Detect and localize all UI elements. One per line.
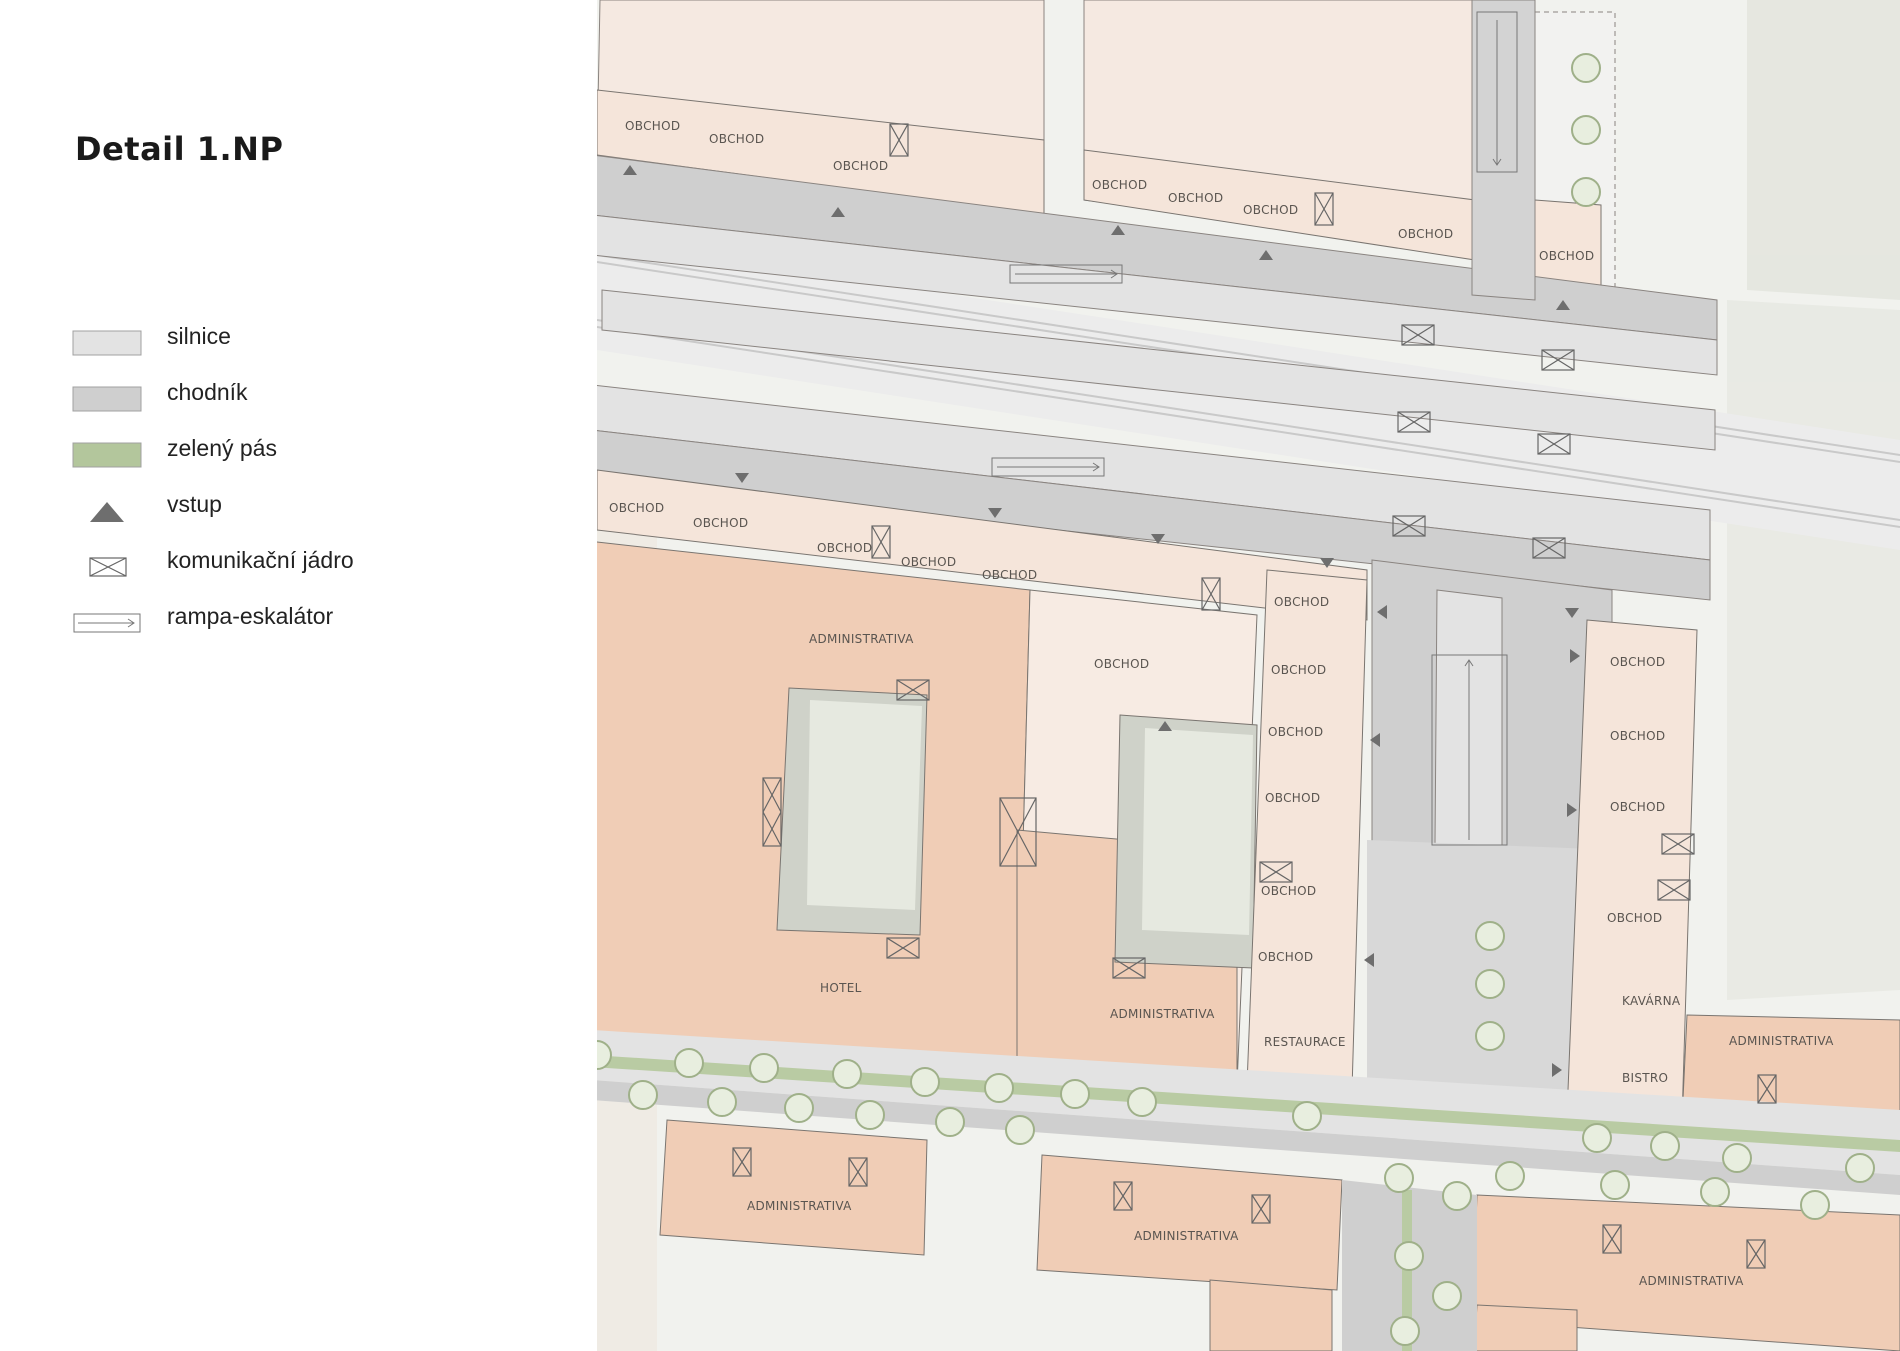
tree-icon [707,1087,737,1117]
tree-icon [1394,1241,1424,1271]
legend-label: silnice [167,323,231,349]
label-obchod: OBCHOD [1258,950,1313,964]
hotel-office-block [597,541,1258,1086]
legend-item-green-strip: zelený pás [72,430,492,470]
label-obchod: OBCHOD [709,132,764,146]
label-obchod: OBCHOD [1265,791,1320,805]
tree-icon [1390,1316,1420,1346]
tree-icon [984,1073,1014,1103]
tree-icon [1571,177,1601,207]
label-bistro: BISTRO [1622,1071,1668,1085]
legend-item-core: komunikační jádro [72,542,492,582]
green-strip-swatch [72,442,142,468]
road-swatch [72,330,142,356]
label-administrativa: ADMINISTRATIVA [747,1199,852,1213]
tree-icon [1292,1101,1322,1131]
page-title: Detail 1.NP [75,130,284,168]
ramp-arrow-icon [73,613,141,633]
label-hotel: HOTEL [820,981,862,995]
tree-icon [1495,1161,1525,1191]
label-restaurace: RESTAURACE [1264,1035,1346,1049]
legend-label: chodník [167,379,248,405]
label-obchod: OBCHOD [1398,227,1453,241]
tree-icon [674,1048,704,1078]
label-obchod: OBCHOD [625,119,680,133]
tree-icon [1571,53,1601,83]
label-obchod: OBCHOD [1607,911,1662,925]
legend-label: zelený pás [167,435,277,461]
legend-item-ramp: rampa-eskalátor [72,598,492,638]
tree-icon [1475,1021,1505,1051]
tree-icon [1722,1143,1752,1173]
tree-icon [1700,1177,1730,1207]
label-obchod: OBCHOD [1610,655,1665,669]
legend-label: komunikační jádro [167,547,354,573]
tree-icon [1571,115,1601,145]
tree-icon [1384,1163,1414,1193]
tree-icon [1432,1281,1462,1311]
label-obchod: OBCHOD [1094,657,1149,671]
label-obchod: OBCHOD [1268,725,1323,739]
tree-icon [1650,1131,1680,1161]
sidewalk-swatch [72,386,142,412]
label-administrativa: ADMINISTRATIVA [1134,1229,1239,1243]
legend-item-sidewalk: chodník [72,374,492,414]
tree-icon [784,1093,814,1123]
tree-icon [832,1059,862,1089]
label-obchod: OBCHOD [817,541,872,555]
label-obchod: OBCHOD [982,568,1037,582]
tree-icon [935,1107,965,1137]
legend-item-road: silnice [72,318,492,358]
label-obchod: OBCHOD [1610,800,1665,814]
legend-label: rampa-eskalátor [167,603,334,629]
tree-icon [1127,1087,1157,1117]
tree-icon [1800,1190,1830,1220]
label-obchod: OBCHOD [901,555,956,569]
label-administrativa: ADMINISTRATIVA [1729,1034,1834,1048]
label-kavarna: KAVÁRNA [1622,993,1681,1008]
tree-icon [1845,1153,1875,1183]
tree-icon [855,1100,885,1130]
label-obchod: OBCHOD [1610,729,1665,743]
tree-icon [910,1067,940,1097]
legend-label: vstup [167,491,222,517]
label-obchod: OBCHOD [1539,249,1594,263]
legend-item-entrance: vstup [72,486,492,526]
label-obchod: OBCHOD [693,516,748,530]
label-obchod: OBCHOD [1168,191,1223,205]
label-administrativa: ADMINISTRATIVA [1110,1007,1215,1021]
entrance-triangle-icon [90,502,124,522]
label-administrativa: ADMINISTRATIVA [1639,1274,1744,1288]
core-cross-icon [89,557,127,577]
tree-icon [1600,1170,1630,1200]
label-obchod: OBCHOD [833,159,888,173]
site-plan-map: OBCHOD OBCHOD OBCHOD OBCHOD OBCHOD OBCHO… [597,0,1900,1351]
label-obchod: OBCHOD [1092,178,1147,192]
label-obchod: OBCHOD [1243,203,1298,217]
tree-icon [1475,921,1505,951]
tree-icon [1005,1115,1035,1145]
tree-icon [1582,1123,1612,1153]
label-obchod: OBCHOD [609,501,664,515]
label-obchod: OBCHOD [1274,595,1329,609]
label-administrativa: ADMINISTRATIVA [809,632,914,646]
tree-icon [749,1053,779,1083]
tree-icon [1442,1181,1472,1211]
label-obchod: OBCHOD [1271,663,1326,677]
label-obchod: OBCHOD [1261,884,1316,898]
tree-icon [628,1080,658,1110]
tree-icon [1475,969,1505,999]
tree-icon [1060,1079,1090,1109]
